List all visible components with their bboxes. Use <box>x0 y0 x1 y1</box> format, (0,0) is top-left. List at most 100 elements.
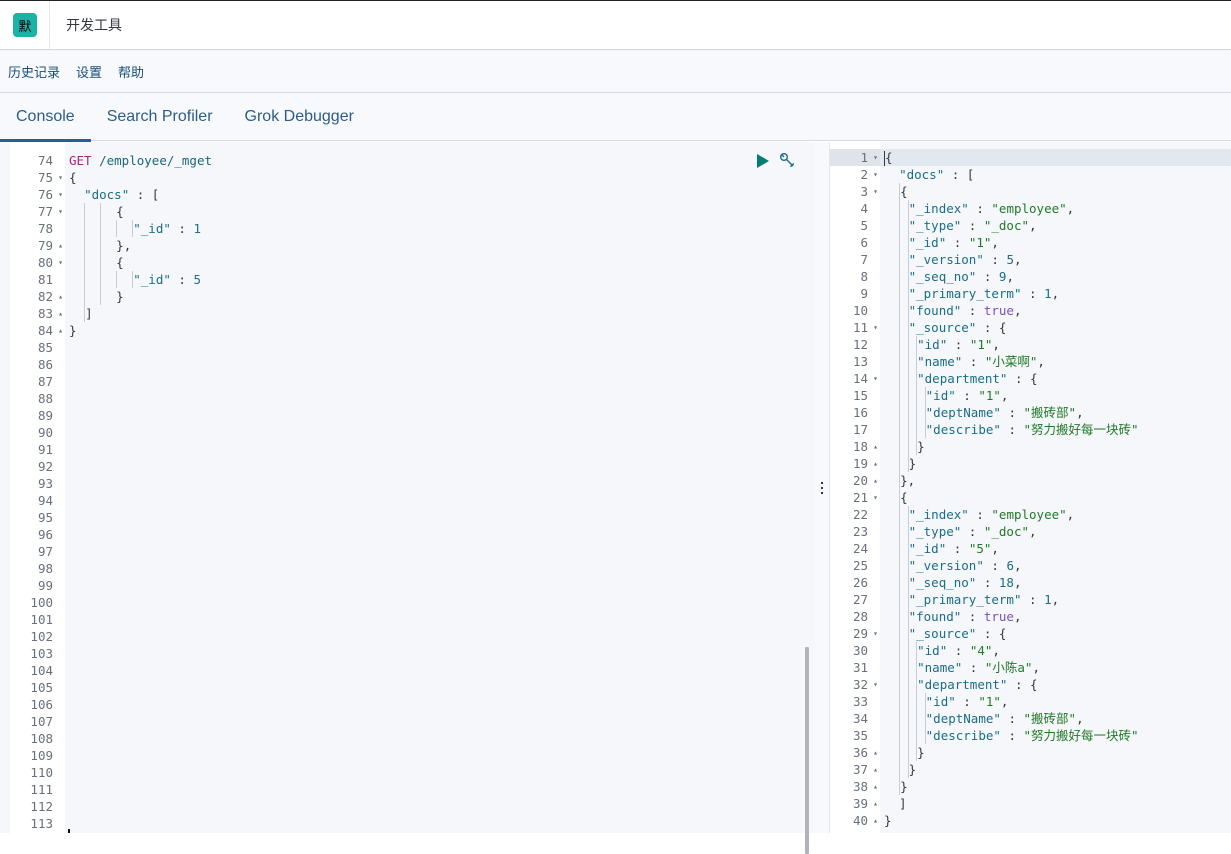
fold-caret-down-icon[interactable]: ▾ <box>873 319 878 336</box>
token-key: "_primary_term" <box>908 592 1022 607</box>
fold-caret-up-icon[interactable]: ▴ <box>873 472 878 489</box>
fold-caret-down-icon[interactable]: ▾ <box>58 186 63 203</box>
response-code-line: "describe" : "努力搬好每一块砖" <box>880 727 1231 744</box>
token-punc: : <box>961 524 984 539</box>
fold-caret-up-icon[interactable]: ▴ <box>58 237 63 254</box>
line-number: 34 <box>830 710 880 727</box>
token-punc: , <box>1032 660 1040 675</box>
response-code-line: } <box>880 761 1231 778</box>
fold-caret-up-icon[interactable]: ▴ <box>873 778 878 795</box>
fold-caret-down-icon[interactable]: ▾ <box>873 166 878 183</box>
request-code-line <box>65 390 800 407</box>
request-editor[interactable]: 74 75 ▾ 76 ▾ 77 ▾ 78 79 ▴ 80 ▾ 81 82 ▴ 83 ▴ 84 ▴ 85 86 87 88 89… <box>0 142 815 854</box>
fold-caret-down-icon[interactable]: ▾ <box>58 254 63 271</box>
fold-caret-up-icon[interactable]: ▴ <box>873 744 878 761</box>
line-number: 89 <box>10 407 65 424</box>
tab-search-profiler[interactable]: Search Profiler <box>91 93 229 141</box>
fold-caret-up-icon[interactable]: ▴ <box>873 455 878 472</box>
fold-caret-up-icon[interactable]: ▴ <box>873 795 878 812</box>
fold-caret-up-icon[interactable]: ▴ <box>58 322 63 339</box>
token-punc: } <box>908 762 917 777</box>
token-key: "name" <box>917 354 963 369</box>
fold-caret-up-icon[interactable]: ▴ <box>58 288 63 305</box>
fold-caret-up-icon[interactable]: ▴ <box>873 438 878 455</box>
space-avatar[interactable]: 默 <box>13 13 37 37</box>
token-punc: , <box>1076 711 1084 726</box>
fold-caret-down-icon[interactable]: ▾ <box>873 149 878 166</box>
request-code-line: } <box>65 288 800 305</box>
token-punc: : <box>947 337 970 352</box>
play-icon[interactable] <box>757 154 769 168</box>
response-viewer[interactable]: 1 ▾ 2 ▾ 3 ▾ 4 5 6 7 8 9 10 11 ▾ 12 13 14 ▾ 15 16 17 18 ▴ 19 ▴ 20 ▴ 2… <box>829 142 1231 833</box>
fold-caret-down-icon[interactable]: ▾ <box>58 203 63 220</box>
line-number-text: 20 <box>852 473 868 488</box>
pane-resizer[interactable] <box>815 142 829 833</box>
response-code-area[interactable]: { "docs" : [ { "_index" : "employee", "_… <box>880 142 1231 833</box>
fold-caret-down-icon[interactable]: ▾ <box>58 169 63 186</box>
fold-caret-up-icon[interactable]: ▴ <box>58 305 63 322</box>
response-code-line: "_seq_no" : 18, <box>880 574 1231 591</box>
fold-caret-down-icon[interactable]: ▾ <box>873 676 878 693</box>
fold-caret-down-icon[interactable]: ▾ <box>873 489 878 506</box>
token-str: "employee" <box>991 507 1067 522</box>
tab-console[interactable]: Console <box>0 93 91 142</box>
menu-settings[interactable]: 设置 <box>76 62 102 81</box>
token-num: 5 <box>193 272 201 287</box>
line-number-text: 24 <box>852 541 868 556</box>
menu-help[interactable]: 帮助 <box>118 62 144 81</box>
token-punc: , <box>992 643 1000 658</box>
token-method: GET <box>69 153 92 168</box>
fold-caret-down-icon[interactable]: ▾ <box>873 183 878 200</box>
token-num: 1 <box>193 221 201 236</box>
token-key: "_type" <box>908 524 962 539</box>
line-number: 74 <box>10 152 65 169</box>
line-number-text: 111 <box>30 782 53 797</box>
tab-grok-debugger[interactable]: Grok Debugger <box>229 93 370 141</box>
response-code-line: "_version" : 6, <box>880 557 1231 574</box>
app-title: 开发工具 <box>66 18 122 34</box>
line-number-text: 2 <box>860 167 868 182</box>
token-str: "_doc" <box>983 524 1030 539</box>
fold-caret-down-icon[interactable]: ▾ <box>873 370 878 387</box>
response-code-line: "name" : "小菜啊", <box>880 353 1231 370</box>
fold-caret-up-icon[interactable]: ▴ <box>873 812 878 829</box>
wrench-icon[interactable] <box>779 152 797 170</box>
token-punc: , <box>1013 252 1022 267</box>
token-str: "4" <box>969 643 993 658</box>
line-number-text: 10 <box>852 303 868 318</box>
request-code-line <box>65 747 800 764</box>
token-punc: } <box>917 439 925 454</box>
request-code-area[interactable]: GET /employee/_mget{ "docs" : [ { "_id" … <box>65 142 800 833</box>
response-code-line: } <box>880 455 1231 472</box>
line-number: 32 ▾ <box>830 676 880 693</box>
fold-caret-down-icon[interactable]: ▾ <box>873 625 878 642</box>
line-number-text: 5 <box>860 218 868 233</box>
menu-history[interactable]: 历史记录 <box>8 62 60 81</box>
fold-caret-up-icon[interactable]: ▴ <box>873 761 878 778</box>
token-punc: , <box>1013 558 1022 573</box>
line-number-text: 98 <box>37 561 53 576</box>
response-code-line: "docs" : [ <box>880 166 1231 183</box>
token-punc: : <box>946 235 969 250</box>
line-number: 10 <box>830 302 880 319</box>
token-punc: } <box>908 456 917 471</box>
line-number: 26 <box>830 574 880 591</box>
token-punc: , <box>1006 269 1014 284</box>
request-scrollbar[interactable] <box>805 647 809 854</box>
token-str: "1" <box>978 694 1001 709</box>
line-number-text: 15 <box>852 388 868 403</box>
